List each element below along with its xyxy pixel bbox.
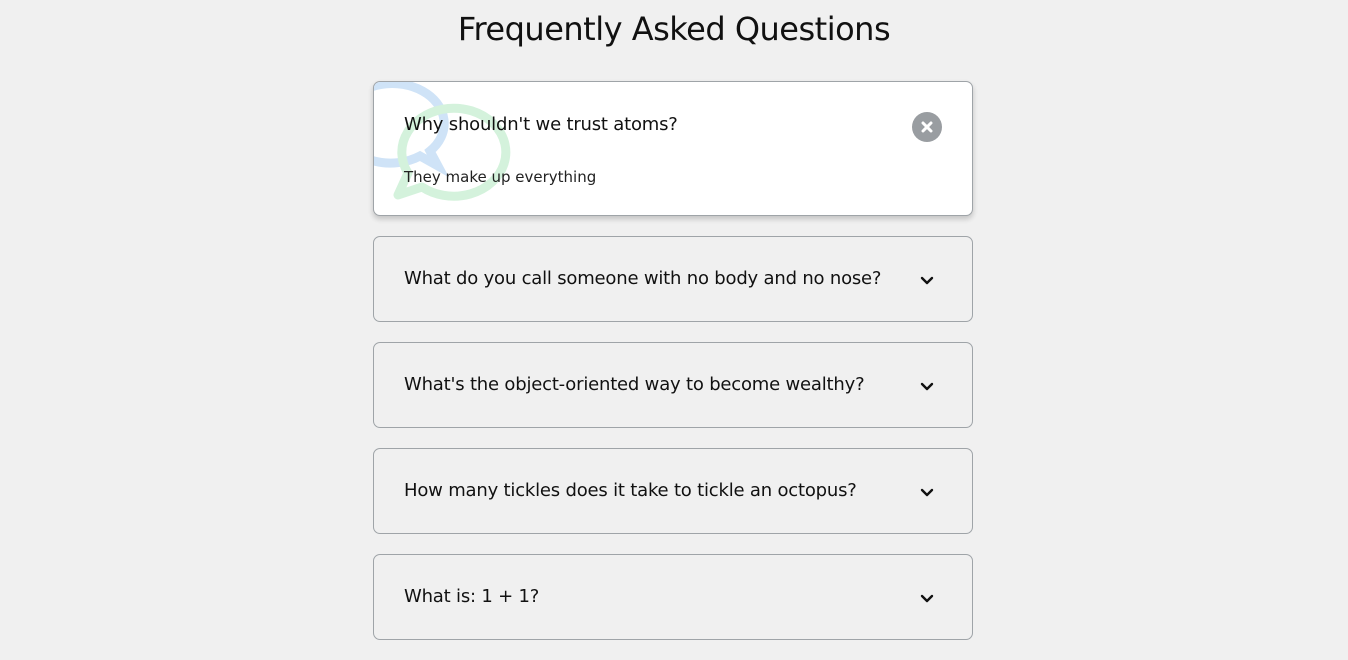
faq-question: How many tickles does it take to tickle … [404, 480, 857, 501]
faq-item: Why shouldn't we trust atoms? They make … [373, 81, 973, 216]
faq-answer: They make up everything [404, 168, 597, 186]
faq-item[interactable]: How many tickles does it take to tickle … [373, 448, 973, 534]
faq-expand-button[interactable] [912, 584, 942, 614]
chevron-down-icon [920, 488, 934, 497]
faq-list: Why shouldn't we trust atoms? They make … [373, 81, 973, 660]
chevron-down-icon [920, 594, 934, 603]
faq-question: Why shouldn't we trust atoms? [404, 114, 678, 135]
faq-close-button[interactable] [912, 112, 942, 142]
page-title: Frequently Asked Questions [457, 10, 891, 48]
faq-expand-button[interactable] [912, 266, 942, 296]
faq-item[interactable]: What do you call someone with no body an… [373, 236, 973, 322]
close-icon [921, 121, 933, 133]
faq-question: What is: 1 + 1? [404, 586, 540, 607]
faq-item[interactable]: What is: 1 + 1? [373, 554, 973, 640]
faq-expand-button[interactable] [912, 478, 942, 508]
faq-expand-button[interactable] [912, 372, 942, 402]
speech-bubbles-icon [374, 82, 511, 201]
faq-question: What do you call someone with no body an… [404, 268, 882, 289]
chevron-down-icon [920, 276, 934, 285]
chevron-down-icon [920, 382, 934, 391]
faq-item[interactable]: What's the object-oriented way to become… [373, 342, 973, 428]
faq-question: What's the object-oriented way to become… [404, 374, 865, 395]
